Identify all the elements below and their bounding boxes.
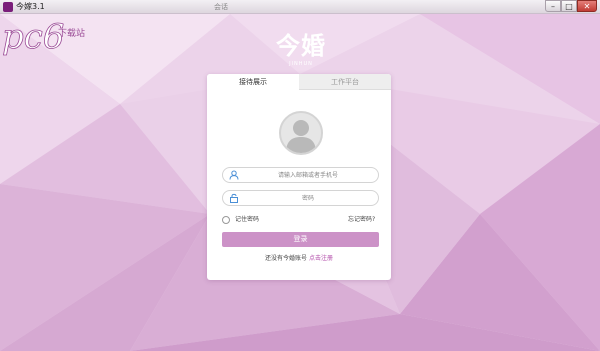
tab-login[interactable]: 接待展示 bbox=[207, 74, 299, 90]
logo-text: 今婚 bbox=[276, 32, 326, 60]
no-account-text: 还没有今婚账号 bbox=[265, 255, 308, 262]
login-card: 接待展示 工作平台 记住密码 忘记密码? 登录 还没有今婚账号 点击注册 bbox=[207, 74, 391, 280]
login-button[interactable]: 登录 bbox=[222, 232, 379, 247]
password-input[interactable] bbox=[243, 192, 373, 204]
window-title: 今嫁3.1 bbox=[16, 2, 45, 11]
faint-title-text: 会话 bbox=[214, 3, 228, 11]
app-icon bbox=[3, 2, 13, 12]
account-field[interactable] bbox=[222, 167, 379, 183]
watermark-text: pc6 bbox=[2, 17, 64, 57]
close-button[interactable]: ✕ bbox=[577, 0, 597, 12]
logo-subtext: JINHUN bbox=[289, 61, 313, 67]
remember-radio[interactable] bbox=[222, 216, 230, 224]
account-input[interactable] bbox=[243, 169, 373, 181]
register-link[interactable]: 点击注册 bbox=[309, 255, 333, 262]
title-bar: 今嫁3.1 会话 – □ ✕ bbox=[0, 0, 600, 14]
avatar bbox=[279, 111, 323, 155]
brand-logo: 今婚 JINHUN bbox=[270, 32, 332, 77]
user-icon bbox=[229, 170, 239, 180]
default-avatar-icon bbox=[286, 120, 316, 153]
watermark-cn: 下载站 bbox=[58, 27, 85, 39]
tab-workbench[interactable]: 工作平台 bbox=[299, 74, 391, 90]
forgot-password-link[interactable]: 忘记密码? bbox=[348, 215, 375, 225]
maximize-button[interactable]: □ bbox=[561, 0, 577, 12]
lock-icon bbox=[230, 193, 238, 203]
tab-bar: 接待展示 工作平台 bbox=[207, 74, 391, 90]
pc6-watermark: pc6 下载站 bbox=[2, 17, 85, 58]
password-field[interactable] bbox=[222, 190, 379, 206]
remember-label: 记住密码 bbox=[235, 216, 260, 223]
register-row: 还没有今婚账号 点击注册 bbox=[207, 254, 391, 264]
minimize-button[interactable]: – bbox=[545, 0, 561, 12]
